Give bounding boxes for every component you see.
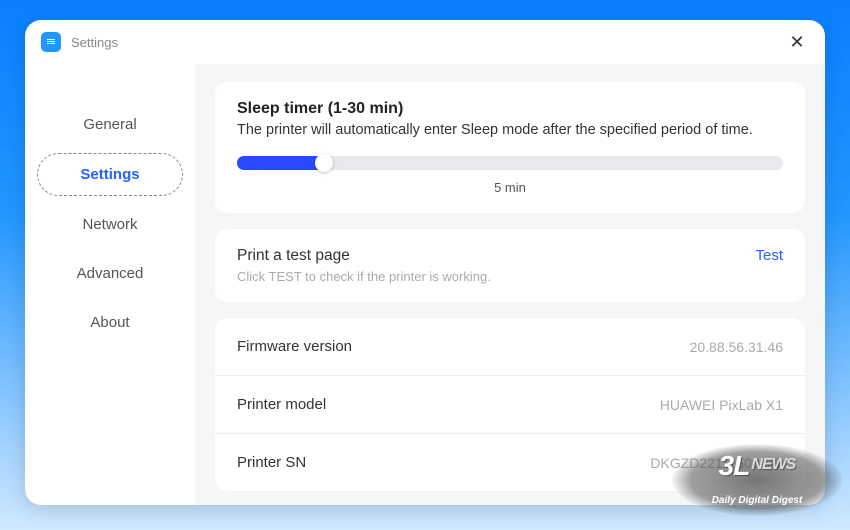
settings-window: Settings ✕ General Settings Network Adva… [25, 20, 825, 505]
sidebar-item-general[interactable]: General [37, 104, 183, 145]
sleep-timer-title: Sleep timer (1-30 min) [237, 100, 783, 118]
test-page-card: Print a test page Click TEST to check if… [215, 229, 805, 302]
window-title: Settings [71, 35, 118, 50]
sidebar-item-advanced[interactable]: Advanced [37, 253, 183, 294]
sidebar-item-about[interactable]: About [37, 302, 183, 343]
sleep-timer-slider[interactable]: 5 min [237, 156, 783, 195]
sleep-timer-card: Sleep timer (1-30 min) The printer will … [215, 82, 805, 213]
device-info-card: Firmware version 20.88.56.31.46 Printer … [215, 318, 805, 491]
slider-value-label: 5 min [237, 180, 783, 195]
info-row-firmware: Firmware version 20.88.56.31.46 [215, 318, 805, 376]
sidebar-item-settings[interactable]: Settings [37, 153, 183, 196]
sidebar-item-network[interactable]: Network [37, 204, 183, 245]
test-button[interactable]: Test [755, 247, 783, 264]
firmware-label: Firmware version [237, 338, 352, 355]
model-label: Printer model [237, 396, 326, 413]
app-icon [41, 32, 61, 52]
model-value: HUAWEI PixLab X1 [660, 397, 783, 413]
info-row-model: Printer model HUAWEI PixLab X1 [215, 376, 805, 434]
slider-thumb[interactable] [315, 154, 333, 172]
slider-track [237, 156, 783, 170]
close-icon: ✕ [789, 32, 804, 53]
slider-fill [237, 156, 324, 170]
close-button[interactable]: ✕ [785, 30, 809, 54]
content-area: Sleep timer (1-30 min) The printer will … [195, 64, 825, 505]
serial-label: Printer SN [237, 454, 306, 471]
window-body: General Settings Network Advanced About … [25, 64, 825, 505]
info-row-serial: Printer SN DKGZD22111500147 [215, 434, 805, 491]
titlebar: Settings ✕ [25, 20, 825, 64]
test-page-description: Click TEST to check if the printer is wo… [237, 269, 491, 284]
sidebar: General Settings Network Advanced About [25, 64, 195, 505]
firmware-value: 20.88.56.31.46 [690, 339, 783, 355]
serial-value: DKGZD22111500147 [650, 455, 783, 471]
test-page-title: Print a test page [237, 247, 491, 265]
sleep-timer-description: The printer will automatically enter Sle… [237, 122, 783, 138]
